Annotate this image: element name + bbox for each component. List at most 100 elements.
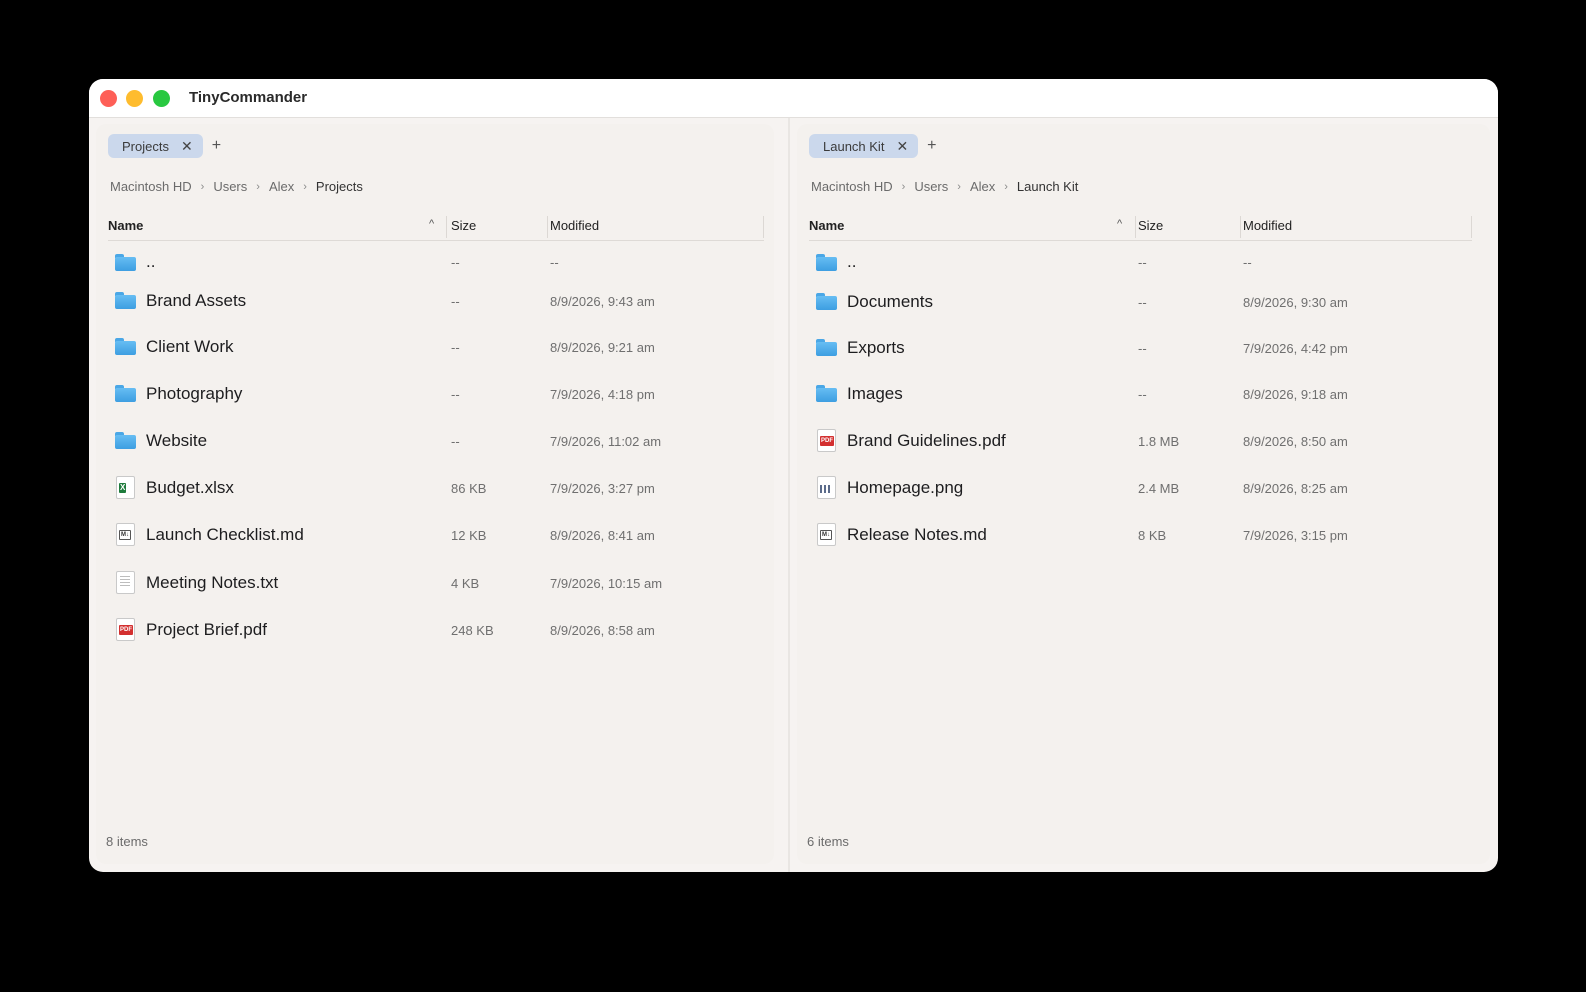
- size-column-header[interactable]: Size: [451, 218, 476, 235]
- column-separator[interactable]: [1240, 216, 1241, 238]
- breadcrumb-item[interactable]: Macintosh HD: [811, 179, 893, 194]
- folder-icon: [114, 335, 136, 357]
- chevron-right-icon: ›: [303, 180, 307, 193]
- file-row[interactable]: Client Work -- 8/9/2026, 9:21 am: [108, 327, 764, 367]
- file-modified: --: [550, 255, 559, 270]
- file-row[interactable]: Brand Assets -- 8/9/2026, 9:43 am: [108, 281, 764, 321]
- folder-icon: [114, 429, 136, 451]
- file-row[interactable]: .. -- --: [108, 248, 764, 278]
- tab-launch-kit[interactable]: Launch Kit ✕: [809, 134, 919, 158]
- file-modified: 7/9/2026, 4:42 pm: [1243, 341, 1348, 356]
- file-row[interactable]: X Budget.xlsx 86 KB 7/9/2026, 3:27 pm: [108, 468, 764, 508]
- chevron-right-icon: ›: [1004, 180, 1008, 193]
- minimize-window-button[interactable]: [126, 90, 143, 107]
- breadcrumb-item[interactable]: Users: [914, 179, 948, 194]
- modified-column-header[interactable]: Modified: [1243, 218, 1292, 235]
- breadcrumb-item[interactable]: Alex: [970, 179, 995, 194]
- file-name: ..: [146, 252, 156, 271]
- zoom-window-button[interactable]: [153, 90, 170, 107]
- text-file-icon: [116, 571, 135, 594]
- sort-ascending-icon[interactable]: ^: [429, 218, 434, 230]
- file-row[interactable]: PDF Project Brief.pdf 248 KB 8/9/2026, 8:58…: [108, 610, 764, 650]
- item-count: 8 items: [106, 834, 148, 849]
- chevron-right-icon: ›: [901, 180, 906, 193]
- folder-icon: [815, 382, 837, 404]
- pdf-icon: PDF: [116, 618, 135, 641]
- file-modified: 7/9/2026, 11:02 am: [550, 434, 662, 449]
- sort-ascending-icon[interactable]: ^: [1117, 218, 1122, 230]
- add-tab-button[interactable]: +: [927, 138, 936, 154]
- file-name: Brand Assets: [146, 291, 247, 310]
- file-size: --: [451, 340, 460, 355]
- markdown-icon: M↓: [116, 523, 135, 546]
- modified-column-header[interactable]: Modified: [550, 218, 599, 235]
- file-size: 4 KB: [451, 576, 480, 591]
- chevron-right-icon: ›: [256, 180, 260, 193]
- file-row[interactable]: Meeting Notes.txt 4 KB 7/9/2026, 10:15 am: [108, 563, 764, 603]
- column-separator[interactable]: [547, 216, 548, 238]
- tab-label: Projects: [122, 138, 169, 154]
- column-separator[interactable]: [446, 216, 447, 238]
- file-row[interactable]: Documents -- 8/9/2026, 9:30 am: [809, 282, 1472, 322]
- app-title: TinyCommander: [189, 89, 308, 106]
- file-name: Meeting Notes.txt: [146, 573, 279, 592]
- breadcrumb-item-current[interactable]: Launch Kit: [1017, 179, 1078, 194]
- file-size: --: [451, 434, 460, 449]
- pdf-icon: PDF: [817, 429, 836, 452]
- file-size: 8 KB: [1138, 528, 1167, 543]
- file-name: Budget.xlsx: [146, 478, 234, 497]
- file-size: --: [1138, 387, 1147, 402]
- add-tab-button[interactable]: +: [212, 138, 221, 154]
- chevron-right-icon: ›: [957, 180, 961, 193]
- tab-label: Launch Kit: [823, 138, 885, 154]
- excel-icon: X: [116, 476, 135, 499]
- column-separator[interactable]: [1135, 216, 1136, 238]
- right-tab-bar: Launch Kit ✕ +: [809, 134, 937, 158]
- file-name: Exports: [847, 338, 905, 357]
- folder-icon: [114, 251, 136, 273]
- name-column-header[interactable]: Name: [108, 218, 143, 233]
- file-row[interactable]: Website -- 7/9/2026, 11:02 am: [108, 421, 764, 461]
- file-name: Website: [146, 431, 208, 450]
- file-modified: 8/9/2026, 9:18 am: [1243, 387, 1348, 402]
- size-column-header[interactable]: Size: [1138, 218, 1163, 235]
- file-modified: 8/9/2026, 8:25 am: [1243, 481, 1348, 496]
- file-modified: 7/9/2026, 3:15 pm: [1243, 528, 1348, 543]
- file-size: --: [451, 294, 460, 309]
- file-row[interactable]: M↓ Release Notes.md 8 KB 7/9/2026, 3:15 pm: [809, 515, 1472, 555]
- name-column-header[interactable]: Name: [809, 218, 844, 233]
- file-size: 12 KB: [451, 528, 487, 543]
- file-size: --: [451, 387, 460, 402]
- file-row[interactable]: M↓ Launch Checklist.md 12 KB 8/9/2026, 8:41…: [108, 515, 764, 555]
- file-row[interactable]: Images -- 8/9/2026, 9:18 am: [809, 374, 1472, 414]
- breadcrumb-item[interactable]: Users: [213, 179, 247, 194]
- breadcrumb-item[interactable]: Macintosh HD: [110, 179, 192, 194]
- column-header: Name ^ Size Modified: [809, 212, 1472, 241]
- file-row[interactable]: PDF Brand Guidelines.pdf 1.8 MB 8/9/2026, 8…: [809, 421, 1472, 461]
- file-modified: 8/9/2026, 9:43 am: [550, 294, 655, 309]
- close-tab-icon[interactable]: ✕: [181, 139, 193, 153]
- file-modified: 7/9/2026, 10:15 am: [550, 576, 663, 591]
- file-modified: 7/9/2026, 3:27 pm: [550, 481, 655, 496]
- app-window: TinyCommander Projects ✕ + Macintosh HD …: [89, 79, 1498, 872]
- file-size: --: [1138, 295, 1147, 310]
- close-window-button[interactable]: [100, 90, 117, 107]
- file-row[interactable]: Photography -- 7/9/2026, 4:18 pm: [108, 374, 764, 414]
- column-separator[interactable]: [1471, 216, 1472, 238]
- column-separator[interactable]: [763, 216, 764, 238]
- file-size: --: [1138, 341, 1147, 356]
- breadcrumb-item-current[interactable]: Projects: [316, 179, 363, 194]
- tab-projects[interactable]: Projects ✕: [108, 134, 203, 158]
- file-row[interactable]: Exports -- 7/9/2026, 4:42 pm: [809, 328, 1472, 368]
- left-pane: Projects ✕ + Macintosh HD › Users › Alex…: [96, 124, 774, 864]
- breadcrumb-item[interactable]: Alex: [269, 179, 294, 194]
- left-tab-bar: Projects ✕ +: [108, 134, 221, 158]
- folder-icon: [114, 289, 136, 311]
- close-tab-icon[interactable]: ✕: [896, 139, 908, 153]
- file-size: 86 KB: [451, 481, 487, 496]
- file-row[interactable]: Homepage.png 2.4 MB 8/9/2026, 8:25 am: [809, 468, 1472, 508]
- image-file-icon: [817, 476, 836, 499]
- pane-divider[interactable]: [788, 118, 790, 872]
- folder-icon: [114, 382, 136, 404]
- file-row[interactable]: .. -- --: [809, 248, 1472, 278]
